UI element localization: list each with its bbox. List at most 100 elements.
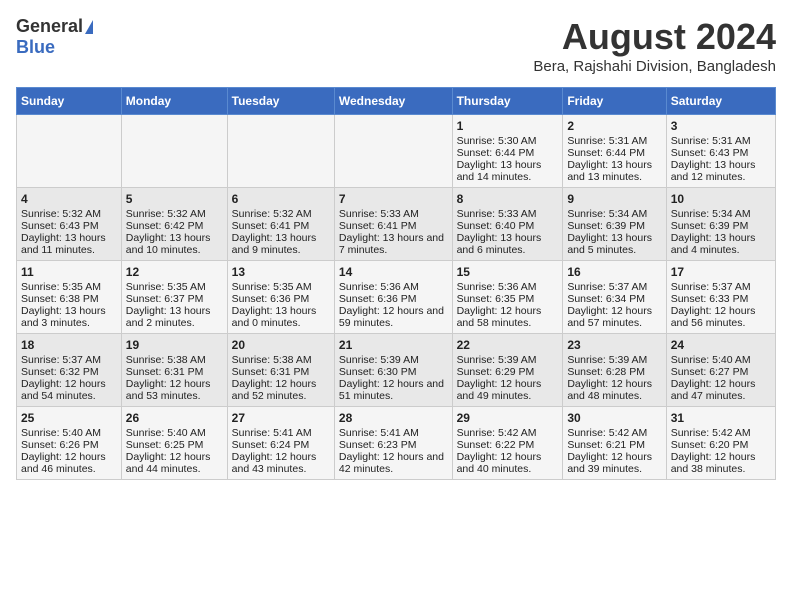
logo-icon [85,20,93,34]
cell-info: Sunset: 6:37 PM [126,293,223,305]
calendar-cell: 20Sunrise: 5:38 AMSunset: 6:31 PMDayligh… [227,334,334,407]
cell-info: Sunset: 6:21 PM [567,439,661,451]
cell-info: Sunrise: 5:35 AM [232,281,330,293]
cell-info: Sunset: 6:41 PM [232,220,330,232]
cell-info: Sunset: 6:42 PM [126,220,223,232]
calendar-cell: 6Sunrise: 5:32 AMSunset: 6:41 PMDaylight… [227,188,334,261]
logo-general-text: General [16,16,83,37]
calendar-title: August 2024 [533,16,776,58]
cell-info: Sunset: 6:28 PM [567,366,661,378]
calendar-cell: 24Sunrise: 5:40 AMSunset: 6:27 PMDayligh… [666,334,775,407]
cell-info: Daylight: 12 hours and 56 minutes. [671,305,771,329]
cell-info: Daylight: 12 hours and 43 minutes. [232,451,330,475]
calendar-cell: 5Sunrise: 5:32 AMSunset: 6:42 PMDaylight… [121,188,227,261]
cell-info: Daylight: 13 hours and 14 minutes. [457,159,559,183]
cell-info: Sunrise: 5:42 AM [671,427,771,439]
cell-info: Daylight: 13 hours and 4 minutes. [671,232,771,256]
cell-info: Sunset: 6:41 PM [339,220,448,232]
day-number: 27 [232,411,330,425]
cell-info: Daylight: 13 hours and 13 minutes. [567,159,661,183]
day-number: 30 [567,411,661,425]
cell-info: Sunrise: 5:35 AM [21,281,117,293]
cell-info: Sunset: 6:20 PM [671,439,771,451]
day-number: 12 [126,265,223,279]
calendar-cell [227,115,334,188]
cell-info: Sunrise: 5:31 AM [671,135,771,147]
day-number: 22 [457,338,559,352]
day-number: 8 [457,192,559,206]
calendar-cell: 19Sunrise: 5:38 AMSunset: 6:31 PMDayligh… [121,334,227,407]
cell-info: Daylight: 13 hours and 10 minutes. [126,232,223,256]
cell-info: Sunset: 6:30 PM [339,366,448,378]
cell-info: Daylight: 12 hours and 39 minutes. [567,451,661,475]
cell-info: Sunrise: 5:38 AM [232,354,330,366]
day-number: 11 [21,265,117,279]
day-number: 7 [339,192,448,206]
cell-info: Sunrise: 5:42 AM [567,427,661,439]
cell-info: Sunrise: 5:41 AM [232,427,330,439]
calendar-cell [334,115,452,188]
calendar-table: Sunday Monday Tuesday Wednesday Thursday… [16,87,776,480]
calendar-cell: 7Sunrise: 5:33 AMSunset: 6:41 PMDaylight… [334,188,452,261]
cell-info: Sunset: 6:36 PM [232,293,330,305]
cell-info: Sunset: 6:34 PM [567,293,661,305]
day-number: 14 [339,265,448,279]
cell-info: Daylight: 13 hours and 6 minutes. [457,232,559,256]
cell-info: Sunset: 6:32 PM [21,366,117,378]
logo: General Blue [16,16,93,58]
cell-info: Daylight: 12 hours and 49 minutes. [457,378,559,402]
cell-info: Sunset: 6:24 PM [232,439,330,451]
calendar-cell: 21Sunrise: 5:39 AMSunset: 6:30 PMDayligh… [334,334,452,407]
cell-info: Sunrise: 5:32 AM [126,208,223,220]
cell-info: Daylight: 13 hours and 2 minutes. [126,305,223,329]
day-number: 23 [567,338,661,352]
calendar-cell: 2Sunrise: 5:31 AMSunset: 6:44 PMDaylight… [563,115,666,188]
cell-info: Sunrise: 5:37 AM [21,354,117,366]
cell-info: Daylight: 13 hours and 11 minutes. [21,232,117,256]
day-number: 6 [232,192,330,206]
calendar-week-5: 25Sunrise: 5:40 AMSunset: 6:26 PMDayligh… [17,407,776,480]
cell-info: Daylight: 12 hours and 58 minutes. [457,305,559,329]
day-number: 28 [339,411,448,425]
cell-info: Daylight: 12 hours and 59 minutes. [339,305,448,329]
cell-info: Sunset: 6:23 PM [339,439,448,451]
cell-info: Daylight: 12 hours and 46 minutes. [21,451,117,475]
cell-info: Daylight: 12 hours and 53 minutes. [126,378,223,402]
calendar-cell: 23Sunrise: 5:39 AMSunset: 6:28 PMDayligh… [563,334,666,407]
cell-info: Sunrise: 5:32 AM [232,208,330,220]
day-number: 13 [232,265,330,279]
calendar-week-2: 4Sunrise: 5:32 AMSunset: 6:43 PMDaylight… [17,188,776,261]
cell-info: Daylight: 13 hours and 0 minutes. [232,305,330,329]
cell-info: Sunset: 6:43 PM [671,147,771,159]
day-number: 19 [126,338,223,352]
calendar-cell: 11Sunrise: 5:35 AMSunset: 6:38 PMDayligh… [17,261,122,334]
cell-info: Sunset: 6:38 PM [21,293,117,305]
cell-info: Sunrise: 5:39 AM [457,354,559,366]
calendar-cell: 1Sunrise: 5:30 AMSunset: 6:44 PMDaylight… [452,115,563,188]
calendar-cell: 4Sunrise: 5:32 AMSunset: 6:43 PMDaylight… [17,188,122,261]
cell-info: Sunrise: 5:33 AM [339,208,448,220]
cell-info: Sunrise: 5:41 AM [339,427,448,439]
calendar-cell [121,115,227,188]
cell-info: Sunrise: 5:40 AM [126,427,223,439]
calendar-cell: 13 Sunrise: 5:35 AMSunset: 6:36 PMDayligh… [227,261,334,334]
cell-info: Sunset: 6:35 PM [457,293,559,305]
cell-info: Sunset: 6:27 PM [671,366,771,378]
cell-info: Sunrise: 5:40 AM [21,427,117,439]
calendar-cell: 8Sunrise: 5:33 AMSunset: 6:40 PMDaylight… [452,188,563,261]
calendar-subtitle: Bera, Rajshahi Division, Bangladesh [533,58,776,75]
title-block: August 2024 Bera, Rajshahi Division, Ban… [533,16,776,75]
cell-info: Sunset: 6:40 PM [457,220,559,232]
cell-info: Sunset: 6:44 PM [567,147,661,159]
calendar-cell: 17Sunrise: 5:37 AMSunset: 6:33 PMDayligh… [666,261,775,334]
calendar-cell: 16Sunrise: 5:37 AMSunset: 6:34 PMDayligh… [563,261,666,334]
day-number: 2 [567,119,661,133]
calendar-cell: 28Sunrise: 5:41 AMSunset: 6:23 PMDayligh… [334,407,452,480]
cell-info: Sunrise: 5:39 AM [339,354,448,366]
cell-info: Daylight: 12 hours and 57 minutes. [567,305,661,329]
col-thursday: Thursday [452,88,563,115]
day-number: 3 [671,119,771,133]
cell-info: Sunset: 6:39 PM [567,220,661,232]
cell-info: Sunrise: 5:36 AM [457,281,559,293]
calendar-cell: 14Sunrise: 5:36 AMSunset: 6:36 PMDayligh… [334,261,452,334]
